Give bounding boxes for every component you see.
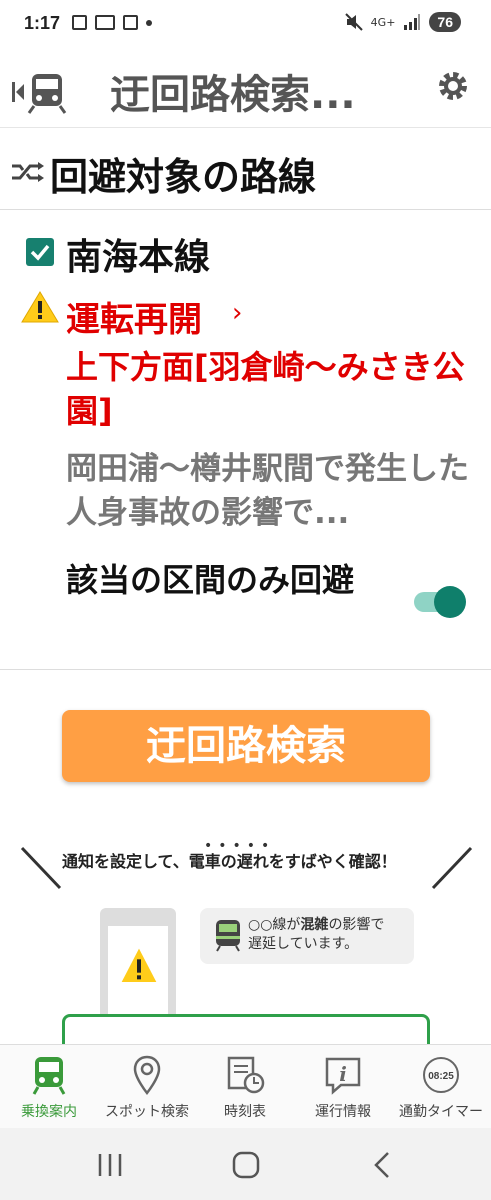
back-icon[interactable] bbox=[364, 1148, 404, 1182]
promo-headline: 通知を設定して、電車の遅れをすばやく確認！ bbox=[62, 848, 397, 872]
bubble-pre: ○○線が bbox=[248, 917, 301, 933]
status-bar: 1:17 4G+ 76 bbox=[0, 0, 491, 52]
tab-service-info[interactable]: i 運行情報 bbox=[294, 1045, 392, 1129]
timer-icon: 08:25 bbox=[423, 1057, 459, 1093]
mail-icon bbox=[123, 15, 138, 30]
promo-headline-em: 電車の遅れ bbox=[188, 852, 269, 871]
timetable-icon bbox=[227, 1056, 265, 1094]
notification-promo[interactable]: ••••• 通知を設定して、電車の遅れをすばやく確認！ ○○線が混雑の影響で 遅… bbox=[0, 834, 491, 1074]
mute-icon bbox=[344, 13, 363, 31]
affected-direction: 上下方面[羽倉崎〜みさき公園] bbox=[66, 348, 465, 430]
more-notifications-icon bbox=[146, 19, 152, 26]
tab-label: 時刻表 bbox=[224, 1104, 266, 1120]
route-shuffle-icon bbox=[12, 162, 44, 182]
tab-commute-timer[interactable]: 08:25 通勤タイマー bbox=[392, 1045, 490, 1129]
home-icon[interactable] bbox=[226, 1148, 266, 1182]
tab-transfer[interactable]: 乗換案内 bbox=[0, 1045, 98, 1129]
timer-icon-text: 08:25 bbox=[428, 1071, 454, 1082]
toggle-label: 該当の区間のみ回避 bbox=[66, 561, 355, 599]
notification-bubble: ○○線が混雑の影響で 遅延しています。 bbox=[200, 908, 414, 964]
bottom-tab-bar: 乗換案内 スポット検索 時刻表 i 運行情報 08:25 通勤タイマー bbox=[0, 1044, 491, 1128]
tab-timetable[interactable]: 時刻表 bbox=[196, 1045, 294, 1129]
recent-apps-icon[interactable] bbox=[90, 1148, 130, 1182]
app-header: 迂回路検索... bbox=[0, 52, 491, 128]
map-pin-icon bbox=[133, 1055, 161, 1095]
detour-search-button[interactable]: 迂回路検索 bbox=[62, 710, 430, 782]
warning-icon bbox=[121, 948, 157, 982]
signal-icon bbox=[404, 14, 421, 30]
bubble-em: 混雑 bbox=[300, 917, 329, 933]
status-time: 1:17 bbox=[24, 13, 61, 33]
tab-label: 乗換案内 bbox=[21, 1104, 77, 1120]
network-type: 4G+ bbox=[370, 15, 396, 29]
decor-slash-left bbox=[20, 846, 62, 890]
bubble-line2: 遅延しています。 bbox=[248, 936, 359, 952]
svg-text:i: i bbox=[339, 1062, 347, 1086]
page-title: 迂回路検索... bbox=[110, 72, 356, 118]
tab-label: 通勤タイマー bbox=[399, 1104, 483, 1120]
line-name: 南海本線 bbox=[66, 237, 211, 278]
section-header: 回避対象の路線 bbox=[0, 140, 491, 210]
train-icon bbox=[32, 1057, 66, 1095]
notification-icons bbox=[72, 15, 152, 30]
section-title: 回避対象の路線 bbox=[50, 155, 317, 199]
calendar-icon bbox=[72, 15, 87, 30]
avoid-line-row: 南海本線 bbox=[0, 226, 491, 286]
section-only-toggle[interactable] bbox=[414, 586, 466, 618]
decor-slash-right bbox=[431, 846, 473, 890]
bubble-text: ○○線が混雑の影響で 遅延しています。 bbox=[248, 916, 384, 954]
line-checkbox[interactable] bbox=[26, 238, 54, 266]
check-icon bbox=[30, 244, 50, 261]
tab-spot-search[interactable]: スポット検索 bbox=[98, 1045, 196, 1129]
warning-icon bbox=[21, 291, 59, 323]
chevron-right-icon: › bbox=[232, 298, 243, 328]
info-icon: i bbox=[325, 1057, 361, 1095]
promo-headline-pre: 通知を設定して、 bbox=[62, 852, 189, 871]
tab-label: 運行情報 bbox=[315, 1104, 371, 1120]
bubble-post: の影響で bbox=[328, 917, 385, 933]
app-notification-icon bbox=[95, 15, 115, 30]
app-root: 1:17 4G+ 76 迂回路検索... 回避対象の路線 南海本線 運転再開 ›… bbox=[0, 0, 491, 1200]
status-right: 4G+ 76 bbox=[344, 12, 461, 32]
train-icon bbox=[216, 920, 240, 952]
gear-icon[interactable] bbox=[435, 68, 471, 104]
status-detail: 岡田浦〜樽井駅間で発生した人身事故の影響で... bbox=[66, 451, 469, 531]
toggle-knob bbox=[434, 586, 466, 618]
line-status-row[interactable]: 運転再開 › bbox=[0, 286, 491, 346]
promo-headline-post: をすばやく確認！ bbox=[268, 852, 397, 871]
tab-label: スポット検索 bbox=[105, 1104, 189, 1120]
operation-status: 運転再開 bbox=[66, 300, 202, 340]
section-only-toggle-row: 該当の区間のみ回避 bbox=[0, 552, 491, 670]
back-train-button[interactable] bbox=[10, 70, 70, 114]
battery-level: 76 bbox=[429, 12, 461, 32]
system-nav-bar bbox=[0, 1128, 491, 1200]
